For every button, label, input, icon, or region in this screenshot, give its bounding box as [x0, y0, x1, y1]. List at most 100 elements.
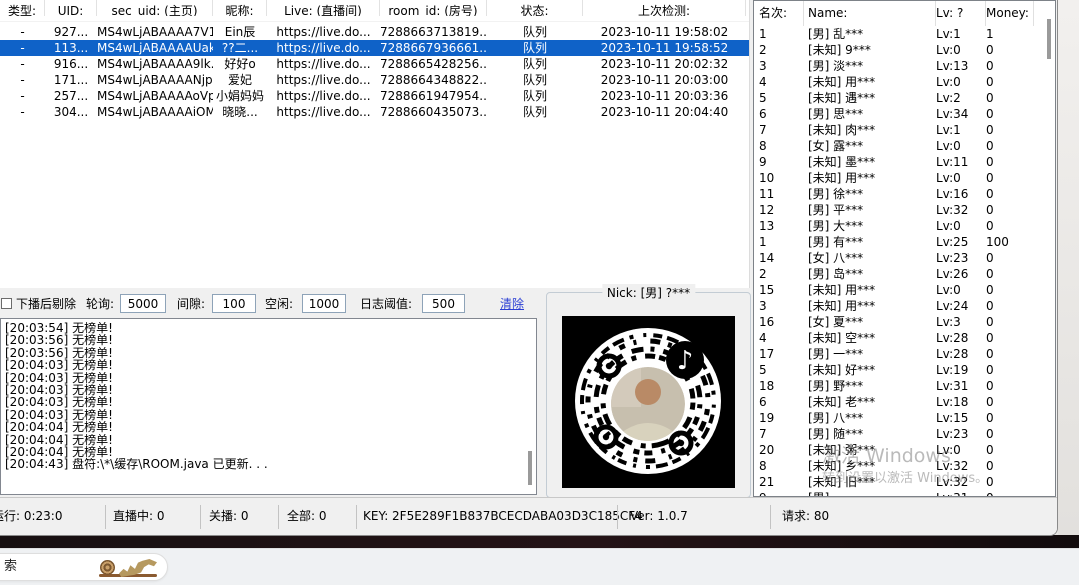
settings-bar: 下播后剔除 轮询:间隙:空闲:日志阈值: 清除: [0, 293, 545, 317]
cell-rank: 6: [754, 394, 804, 410]
log-scrollbar[interactable]: [526, 321, 534, 489]
ranking-row[interactable]: 20[未知] 粥***Lv:00: [754, 442, 1055, 458]
ranking-row[interactable]: 4[未知] 用***Lv:00: [754, 74, 1055, 90]
ranking-row[interactable]: 19[男] 八***Lv:150: [754, 410, 1055, 426]
ranking-row[interactable]: 9[未知] 墨***Lv:110: [754, 154, 1055, 170]
idle-input[interactable]: [302, 294, 346, 313]
log-line: [20:04:04] 无榜单!: [5, 421, 532, 433]
app-window: 类型:UID:sec_uid: (主页)昵称:Live: (直播间)room_i…: [0, 0, 1058, 536]
cell-status: 队列: [487, 56, 583, 72]
cell-name: [未知] 墨***: [804, 154, 936, 170]
status-divider: [200, 505, 201, 529]
cell-rank: 2: [754, 266, 804, 282]
cell-name: [女] 夏***: [804, 314, 936, 330]
gap-input[interactable]: [212, 294, 256, 313]
cell-rank: 3: [754, 298, 804, 314]
stream-row-selected[interactable]: -113...MS4wLjABAAAAUak...??二...https://l…: [0, 40, 749, 56]
ranking-row[interactable]: 6[男] 思***Lv:340: [754, 106, 1055, 122]
ranking-row[interactable]: 7[未知] 肉***Lv:10: [754, 122, 1055, 138]
ranking-row[interactable]: 8[未知] 乡***Lv:320: [754, 458, 1055, 474]
cell-lv: Lv:11: [936, 154, 986, 170]
ranking-row[interactable]: 1[男] 乱***Lv:11: [754, 26, 1055, 42]
ranking-row[interactable]: 16[女] 夏***Lv:30: [754, 314, 1055, 330]
cell-rank: 16: [754, 314, 804, 330]
log-lines: [20:03:54] 无榜单![20:03:56] 无榜单![20:03:56]…: [5, 322, 532, 471]
ranking-row[interactable]: 8[女] 露***Lv:00: [754, 138, 1055, 154]
cell-last_check: 2023-10-11 20:03:36: [583, 88, 746, 104]
log-line: [20:04:04] 无榜单!: [5, 434, 532, 446]
cell-rank: 18: [754, 378, 804, 394]
log-line: [20:04:03] 无榜单!: [5, 372, 532, 384]
ranking-row[interactable]: 1[男] 有***Lv:25100: [754, 234, 1055, 250]
cell-money: 0: [986, 42, 1034, 58]
cell-name: [未知] 空***: [804, 330, 936, 346]
cell-money: 0: [986, 74, 1034, 90]
ranking-row[interactable]: 11[男] 徐***Lv:160: [754, 186, 1055, 202]
cell-money: 0: [986, 90, 1034, 106]
cell-rank: 3: [754, 58, 804, 74]
ranking-row[interactable]: 17[男] 一***Lv:280: [754, 346, 1055, 362]
clear-log-link[interactable]: 清除: [500, 293, 524, 315]
cell-rank: 9: [754, 490, 804, 497]
cell-lv: Lv:19: [936, 362, 986, 378]
ranking-row[interactable]: 2[未知] 9***Lv:00: [754, 42, 1055, 58]
header-cell-sec_uid: sec_uid: (主页): [97, 0, 213, 16]
scrollbar-thumb[interactable]: [528, 451, 532, 485]
log-output[interactable]: [20:03:54] 无榜单![20:03:56] 无榜单![20:03:56]…: [0, 318, 537, 495]
log-line: [20:03:56] 无榜单!: [5, 347, 532, 359]
status-item: 全部: 0: [287, 498, 327, 536]
cell-nick: Ein辰: [213, 24, 267, 40]
header-cell-last_check: 上次检测:: [583, 0, 746, 16]
log-line: [20:04:03] 无榜单!: [5, 396, 532, 408]
checkbox-label: 下播后剔除: [16, 293, 76, 315]
ranking-row[interactable]: 18[男] 野***Lv:310: [754, 378, 1055, 394]
cell-room_id: 7288663713819...: [380, 24, 487, 40]
remove-after-offline-checkbox[interactable]: [1, 298, 12, 309]
stream-row[interactable]: -916...MS4wLjABAAAA9lk...好好ohttps://live…: [0, 56, 749, 72]
scrollbar-thumb[interactable]: [1047, 19, 1051, 59]
ranking-row[interactable]: 21[未知] 旧***Lv:320: [754, 474, 1055, 490]
cell-type: -: [0, 40, 45, 56]
cell-nick: 爱妃: [213, 72, 267, 88]
cell-lv: Lv:28: [936, 330, 986, 346]
ranking-scrollbar[interactable]: [1045, 3, 1053, 493]
ranking-row[interactable]: 9[男] …Lv:310: [754, 490, 1055, 497]
ranking-row[interactable]: 14[女] 八***Lv:230: [754, 250, 1055, 266]
svg-text:♪: ♪: [677, 346, 694, 376]
stream-row[interactable]: -257...MS4wLjABAAAAoVp...小娟妈妈https://liv…: [0, 88, 749, 104]
ranking-row[interactable]: 12[男] 平***Lv:320: [754, 202, 1055, 218]
stream-row[interactable]: -304...MS4wLjABAAAAiOM...晓晓...https://li…: [0, 104, 749, 120]
ranking-row[interactable]: 3[未知] 用***Lv:240: [754, 298, 1055, 314]
cell-live: https://live.do...: [267, 72, 380, 88]
status-item: 请求: 80: [782, 498, 829, 536]
log-threshold-input[interactable]: [422, 294, 465, 313]
cell-lv: Lv:32: [936, 474, 986, 490]
ranking-row[interactable]: 6[未知] 老***Lv:180: [754, 394, 1055, 410]
ranking-row[interactable]: 3[男] 淡***Lv:130: [754, 58, 1055, 74]
ranking-row[interactable]: 10[未知] 用***Lv:00: [754, 170, 1055, 186]
cell-rank: 21: [754, 474, 804, 490]
taskbar-search[interactable]: 索: [0, 553, 168, 581]
ranking-row[interactable]: 7[男] 随***Lv:230: [754, 426, 1055, 442]
cell-rank: 20: [754, 442, 804, 458]
cell-name: [男] 随***: [804, 426, 936, 442]
cell-name: [男] 平***: [804, 202, 936, 218]
cell-uid: 927...: [45, 24, 97, 40]
ranking-row[interactable]: 13[男] 大***Lv:00: [754, 218, 1055, 234]
cell-sec_uid: MS4wLjABAAAAoVp...: [97, 88, 213, 104]
ranking-row[interactable]: 5[未知] 遇***Lv:20: [754, 90, 1055, 106]
stream-row[interactable]: -171...MS4wLjABAAAANjp...爱妃https://live.…: [0, 72, 749, 88]
cell-rank: 5: [754, 362, 804, 378]
ranking-row[interactable]: 2[男] 岛***Lv:260: [754, 266, 1055, 282]
header-cell-money: Money:: [986, 1, 1034, 26]
cell-rank: 2: [754, 42, 804, 58]
log-line: [20:04:03] 无榜单!: [5, 359, 532, 371]
stream-row[interactable]: -927...MS4wLjABAAAA7V1...Ein辰https://liv…: [0, 24, 749, 40]
ranking-row[interactable]: 5[未知] 好***Lv:190: [754, 362, 1055, 378]
cell-room_id: 7288665428256...: [380, 56, 487, 72]
ranking-row[interactable]: 15[未知] 用***Lv:00: [754, 282, 1055, 298]
poll-interval-input[interactable]: [120, 294, 166, 313]
header-cell-lv: Lv: ?: [936, 1, 986, 26]
cell-lv: Lv:0: [936, 442, 986, 458]
ranking-row[interactable]: 4[未知] 空***Lv:280: [754, 330, 1055, 346]
